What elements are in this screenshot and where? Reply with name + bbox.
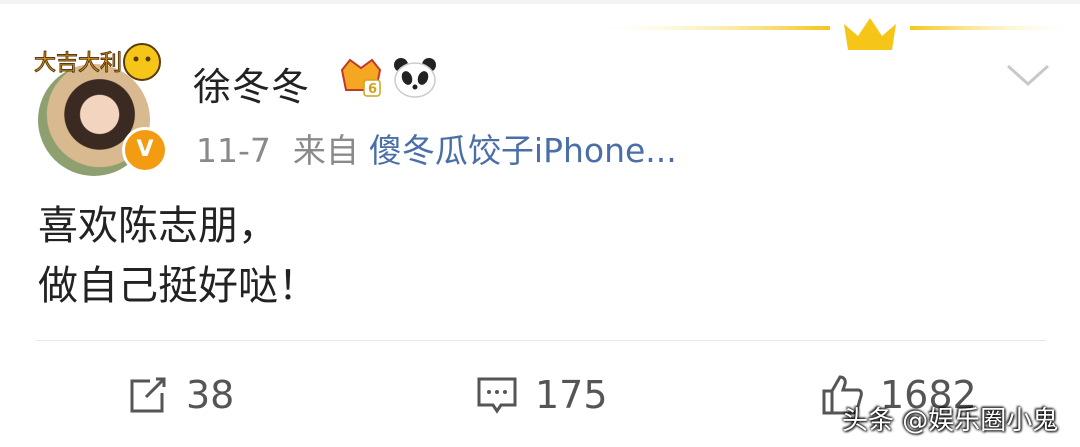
post-text-line: 喜欢陈志朋，: [38, 203, 278, 249]
source-label: 来自: [292, 131, 359, 170]
post-date: 11-7: [196, 131, 271, 170]
username[interactable]: 徐冬冬: [193, 56, 310, 111]
vip-crown-icon[interactable]: 6: [338, 56, 384, 100]
top-separator: [0, 0, 1080, 4]
divider: [36, 340, 1046, 341]
post-text-line: 做自己挺好哒！: [38, 263, 318, 309]
comment-count: 175: [535, 373, 608, 417]
crown-icon: [600, 18, 1070, 50]
lucky-sticker-icon: 大吉大利: [34, 43, 161, 81]
repost-count: 38: [186, 373, 235, 417]
chevron-down-icon[interactable]: [1004, 60, 1052, 90]
comment-button[interactable]: 175: [475, 370, 608, 420]
repost-icon: [130, 377, 166, 413]
post-meta: 11-7 来自 傻冬瓜饺子iPhone...: [196, 124, 677, 172]
svg-text:6: 6: [368, 82, 377, 97]
verified-badge: V: [122, 127, 168, 173]
post-text: 喜欢陈志朋， 做自己挺好哒！: [38, 196, 318, 316]
watermark: 头条 @娱乐圈小鬼: [842, 406, 1059, 436]
avatar[interactable]: 大吉大利 V: [30, 32, 168, 176]
comment-icon: [477, 377, 517, 414]
svg-text:大吉大利: 大吉大利: [34, 51, 122, 76]
repost-button[interactable]: 38: [126, 370, 234, 420]
source-link[interactable]: 傻冬瓜饺子iPhone...: [369, 131, 677, 170]
panda-icon[interactable]: [392, 56, 438, 100]
